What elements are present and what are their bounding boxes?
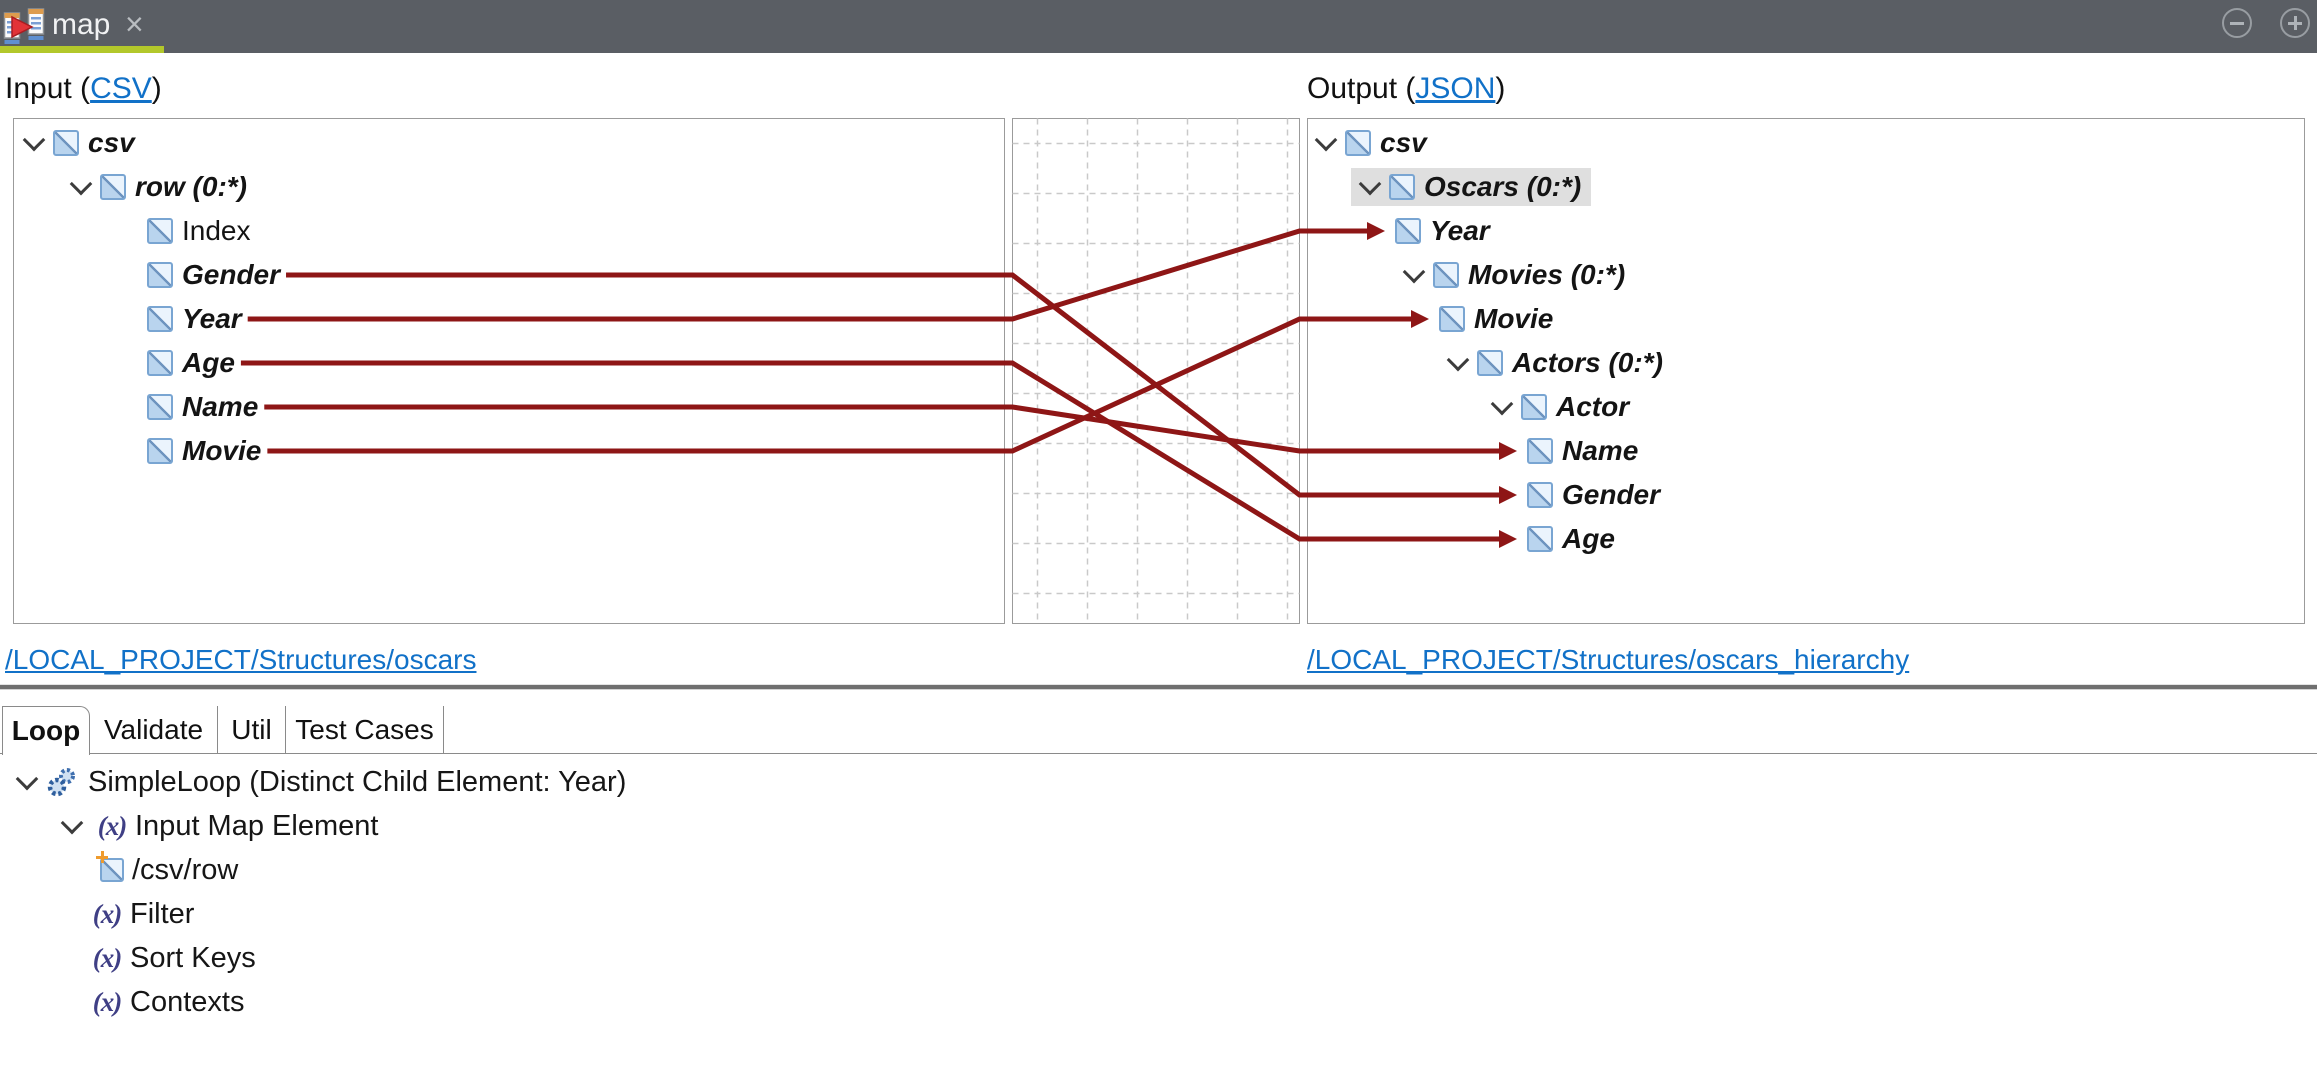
- input-tree-item-csv[interactable]: csv: [15, 121, 145, 165]
- input-format-link[interactable]: CSV: [90, 72, 152, 105]
- input-tree-item-name[interactable]: Name: [109, 385, 268, 429]
- element-icon: [1345, 130, 1371, 156]
- element-icon: [1477, 350, 1503, 376]
- tab-strip-baseline: [0, 753, 2317, 754]
- chevron-down-icon[interactable]: [1439, 344, 1477, 382]
- map-editor-window: map × Input (CSV) Output (JSON) csv row …: [0, 0, 2317, 1092]
- element-icon: [147, 394, 173, 420]
- element-icon: [147, 306, 173, 332]
- loop-tree-item-filter[interactable]: Filter: [86, 892, 194, 936]
- element-icon: [147, 262, 173, 288]
- input-panel-title: Input (CSV): [5, 72, 162, 106]
- element-icon: [147, 218, 173, 244]
- output-tree-item-name[interactable]: Name: [1527, 429, 1648, 473]
- fx-icon: [86, 943, 128, 974]
- element-icon: [100, 174, 126, 200]
- new-element-sparkle-icon: [96, 851, 108, 863]
- element-icon: [1395, 218, 1421, 244]
- fx-icon: [91, 811, 133, 842]
- output-tree-item-csv[interactable]: csv: [1307, 121, 1437, 165]
- element-icon: [1433, 262, 1459, 288]
- loop-tree-item-contexts[interactable]: Contexts: [86, 980, 244, 1024]
- element-icon: [1527, 482, 1553, 508]
- collapse-circle-button[interactable]: [2222, 8, 2252, 38]
- fx-icon: [86, 987, 128, 1018]
- chevron-down-icon[interactable]: [1351, 168, 1389, 206]
- tab-title[interactable]: map: [52, 8, 110, 42]
- loop-gears-icon: [46, 765, 80, 799]
- horizontal-splitter[interactable]: [0, 684, 2317, 690]
- chevron-down-icon[interactable]: [62, 168, 100, 206]
- output-tree-item-actor[interactable]: Actor: [1483, 385, 1639, 429]
- output-tree-item-movie[interactable]: Movie: [1439, 297, 1563, 341]
- tab-validate[interactable]: Validate: [90, 706, 218, 754]
- minus-icon: [2230, 22, 2244, 25]
- output-tree-item-gender[interactable]: Gender: [1527, 473, 1670, 517]
- loop-tree-item-csv-row[interactable]: /csv/row: [100, 848, 238, 892]
- fx-icon: [86, 899, 128, 930]
- input-tree-item-index[interactable]: Index: [109, 209, 261, 253]
- editor-tab-bar: map ×: [0, 0, 2317, 53]
- element-icon: [147, 438, 173, 464]
- loop-tree-item-simpleloop[interactable]: SimpleLoop (Distinct Child Element: Year…: [8, 760, 626, 804]
- output-tree-item-oscars[interactable]: Oscars (0:*): [1351, 165, 1591, 209]
- map-file-icon: [3, 6, 47, 48]
- input-tree-item-gender[interactable]: Gender: [109, 253, 290, 297]
- element-icon: [100, 858, 124, 882]
- element-icon: [1521, 394, 1547, 420]
- input-tree-item-age[interactable]: Age: [109, 341, 245, 385]
- chevron-down-icon[interactable]: [53, 807, 91, 845]
- output-structure-link[interactable]: /LOCAL_PROJECT/Structures/oscars_hierarc…: [1307, 644, 1909, 676]
- chevron-down-icon[interactable]: [15, 124, 53, 162]
- input-tree-item-row[interactable]: row (0:*): [62, 165, 257, 209]
- output-panel-title: Output (JSON): [1307, 72, 1505, 106]
- chevron-down-icon[interactable]: [8, 763, 46, 801]
- mapping-grid-panel: [1012, 118, 1300, 624]
- active-tab-indicator: [0, 46, 164, 53]
- element-icon: [1389, 174, 1415, 200]
- element-icon: [1439, 306, 1465, 332]
- chevron-down-icon[interactable]: [1395, 256, 1433, 294]
- input-tree-item-movie[interactable]: Movie: [109, 429, 271, 473]
- output-format-link[interactable]: JSON: [1415, 72, 1495, 105]
- tab-loop[interactable]: Loop: [2, 706, 90, 755]
- element-icon: [147, 350, 173, 376]
- chevron-down-icon[interactable]: [1307, 124, 1345, 162]
- input-tree-item-year[interactable]: Year: [109, 297, 252, 341]
- expand-circle-button[interactable]: [2280, 8, 2310, 38]
- output-tree-item-actors[interactable]: Actors (0:*): [1439, 341, 1673, 385]
- element-icon: [1527, 438, 1553, 464]
- element-icon: [1527, 526, 1553, 552]
- loop-tree-item-sort-keys[interactable]: Sort Keys: [86, 936, 256, 980]
- chevron-down-icon[interactable]: [1483, 388, 1521, 426]
- input-structure-link[interactable]: /LOCAL_PROJECT/Structures/oscars: [5, 644, 476, 676]
- tab-test-cases[interactable]: Test Cases: [286, 706, 444, 754]
- output-tree-item-movies[interactable]: Movies (0:*): [1395, 253, 1635, 297]
- tab-util[interactable]: Util: [218, 706, 286, 754]
- loop-tree-item-input-map-element[interactable]: Input Map Element: [53, 804, 378, 848]
- output-tree-item-year[interactable]: Year: [1395, 209, 1500, 253]
- close-icon[interactable]: ×: [125, 6, 144, 43]
- output-tree-item-age[interactable]: Age: [1527, 517, 1625, 561]
- element-icon: [53, 130, 79, 156]
